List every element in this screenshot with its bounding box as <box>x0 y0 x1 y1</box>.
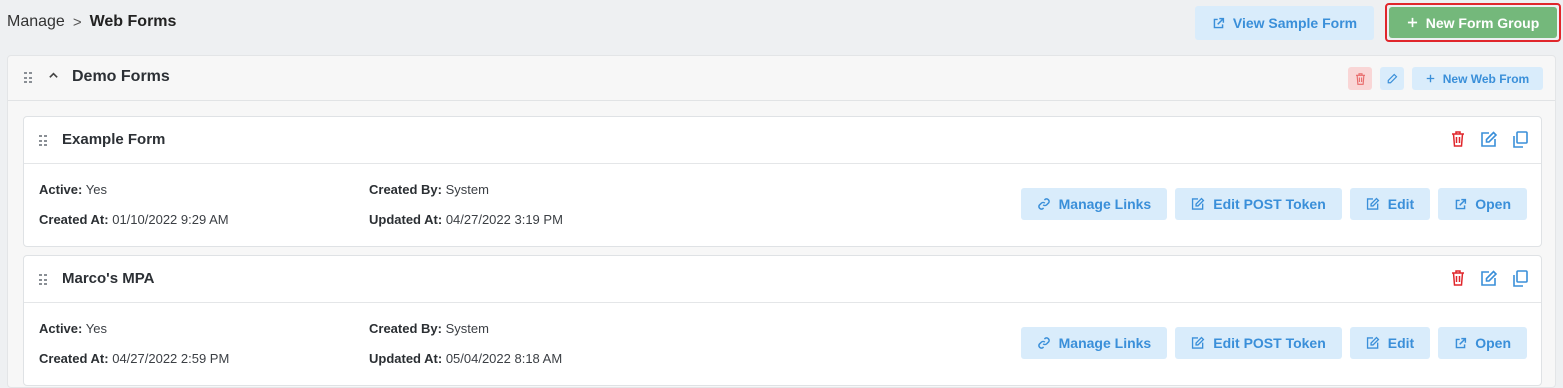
form-title: Example Form <box>62 131 166 148</box>
view-sample-form-button[interactable]: View Sample Form <box>1195 6 1374 40</box>
form-card-header: Example Form <box>24 117 1541 164</box>
updated-at-value: 05/04/2022 8:18 AM <box>445 351 563 366</box>
edit-post-token-label: Edit POST Token <box>1213 335 1326 351</box>
form-card-header: Marco's MPA <box>24 256 1541 303</box>
form-title: Marco's MPA <box>62 270 155 287</box>
created-at-label: Created At: <box>39 212 109 227</box>
new-form-group-highlight: New Form Group <box>1385 3 1561 42</box>
form-card-icons <box>1449 269 1529 287</box>
updated-at-field: Updated At: 05/04/2022 8:18 AM <box>369 351 562 366</box>
manage-links-label: Manage Links <box>1058 335 1152 351</box>
edit-group-button[interactable] <box>1380 67 1404 90</box>
form-card-body: Active: Yes Created At: 04/27/2022 2:59 … <box>24 303 1541 385</box>
form-card: Marco's MPA Active: Yes Created At: 04/2… <box>23 255 1542 386</box>
new-web-form-label: New Web From <box>1442 71 1530 86</box>
edit-icon <box>1191 197 1205 211</box>
plus-icon <box>1407 17 1418 28</box>
created-by-value: System <box>445 321 489 336</box>
edit-button[interactable]: Edit <box>1349 327 1431 359</box>
form-card-icons <box>1449 130 1529 148</box>
edit-label: Edit <box>1387 196 1415 212</box>
active-value: Yes <box>85 321 107 336</box>
link-icon <box>1037 336 1051 350</box>
drag-handle-icon[interactable] <box>24 72 32 84</box>
breadcrumb: Manage > Web Forms <box>7 13 176 31</box>
edit-button[interactable]: Edit <box>1349 188 1431 220</box>
edit-post-token-button[interactable]: Edit POST Token <box>1175 188 1342 220</box>
updated-at-label: Updated At: <box>369 351 443 366</box>
edit-icon <box>1191 336 1205 350</box>
trash-icon[interactable] <box>1449 269 1467 287</box>
view-sample-form-label: View Sample Form <box>1232 15 1358 31</box>
manage-links-button[interactable]: Manage Links <box>1020 188 1168 220</box>
updated-at-value: 04/27/2022 3:19 PM <box>445 212 563 227</box>
breadcrumb-separator: > <box>72 13 82 31</box>
external-link-icon <box>1454 198 1467 211</box>
manage-links-label: Manage Links <box>1058 196 1152 212</box>
form-actions: Manage Links Edit POST Token Edit Open <box>1020 188 1527 220</box>
drag-handle-icon[interactable] <box>39 135 47 147</box>
form-group-header: Demo Forms New Web From <box>8 56 1555 101</box>
created-by-label: Created By: <box>369 182 442 197</box>
external-link-icon <box>1212 17 1225 30</box>
active-field: Active: Yes <box>39 182 107 197</box>
created-by-field: Created By: System <box>369 321 489 336</box>
copy-icon[interactable] <box>1511 269 1529 287</box>
form-card-body: Active: Yes Created At: 01/10/2022 9:29 … <box>24 164 1541 246</box>
open-button[interactable]: Open <box>1438 188 1527 220</box>
created-at-value: 01/10/2022 9:29 AM <box>112 212 229 227</box>
form-actions: Manage Links Edit POST Token Edit Open <box>1020 327 1527 359</box>
edit-post-token-button[interactable]: Edit POST Token <box>1175 327 1342 359</box>
created-by-field: Created By: System <box>369 182 489 197</box>
trash-icon[interactable] <box>1449 130 1467 148</box>
active-field: Active: Yes <box>39 321 107 336</box>
open-label: Open <box>1475 196 1511 212</box>
breadcrumb-manage[interactable]: Manage <box>7 13 65 31</box>
open-label: Open <box>1475 335 1511 351</box>
created-by-value: System <box>445 182 489 197</box>
created-at-label: Created At: <box>39 351 109 366</box>
edit-label: Edit <box>1387 335 1415 351</box>
external-link-icon <box>1454 337 1467 350</box>
group-title: Demo Forms <box>72 68 170 85</box>
active-label: Active: <box>39 321 83 336</box>
manage-links-button[interactable]: Manage Links <box>1020 327 1168 359</box>
open-button[interactable]: Open <box>1438 327 1527 359</box>
created-at-value: 04/27/2022 2:59 PM <box>112 351 230 366</box>
created-at-field: Created At: 04/27/2022 2:59 PM <box>39 351 229 366</box>
breadcrumb-current: Web Forms <box>89 13 177 30</box>
updated-at-label: Updated At: <box>369 212 443 227</box>
edit-icon[interactable] <box>1480 130 1498 148</box>
form-group-panel: Demo Forms New Web From Example Form Act… <box>7 55 1556 388</box>
link-icon <box>1037 197 1051 211</box>
edit-post-token-label: Edit POST Token <box>1213 196 1326 212</box>
created-by-label: Created By: <box>369 321 442 336</box>
edit-icon[interactable] <box>1480 269 1498 287</box>
created-at-field: Created At: 01/10/2022 9:29 AM <box>39 212 229 227</box>
active-label: Active: <box>39 182 83 197</box>
active-value: Yes <box>85 182 107 197</box>
top-bar: Manage > Web Forms View Sample Form New … <box>0 0 1563 46</box>
new-form-group-button[interactable]: New Form Group <box>1389 7 1557 38</box>
form-card: Example Form Active: Yes Created At: 01/… <box>23 116 1542 247</box>
copy-icon[interactable] <box>1511 130 1529 148</box>
drag-handle-icon[interactable] <box>39 274 47 286</box>
chevron-up-icon[interactable] <box>48 70 59 81</box>
edit-icon <box>1366 336 1380 350</box>
new-web-form-button[interactable]: New Web From <box>1412 67 1543 90</box>
plus-icon <box>1426 74 1435 83</box>
new-form-group-label: New Form Group <box>1425 14 1540 31</box>
updated-at-field: Updated At: 04/27/2022 3:19 PM <box>369 212 563 227</box>
edit-icon <box>1366 197 1380 211</box>
delete-group-button[interactable] <box>1348 67 1372 90</box>
